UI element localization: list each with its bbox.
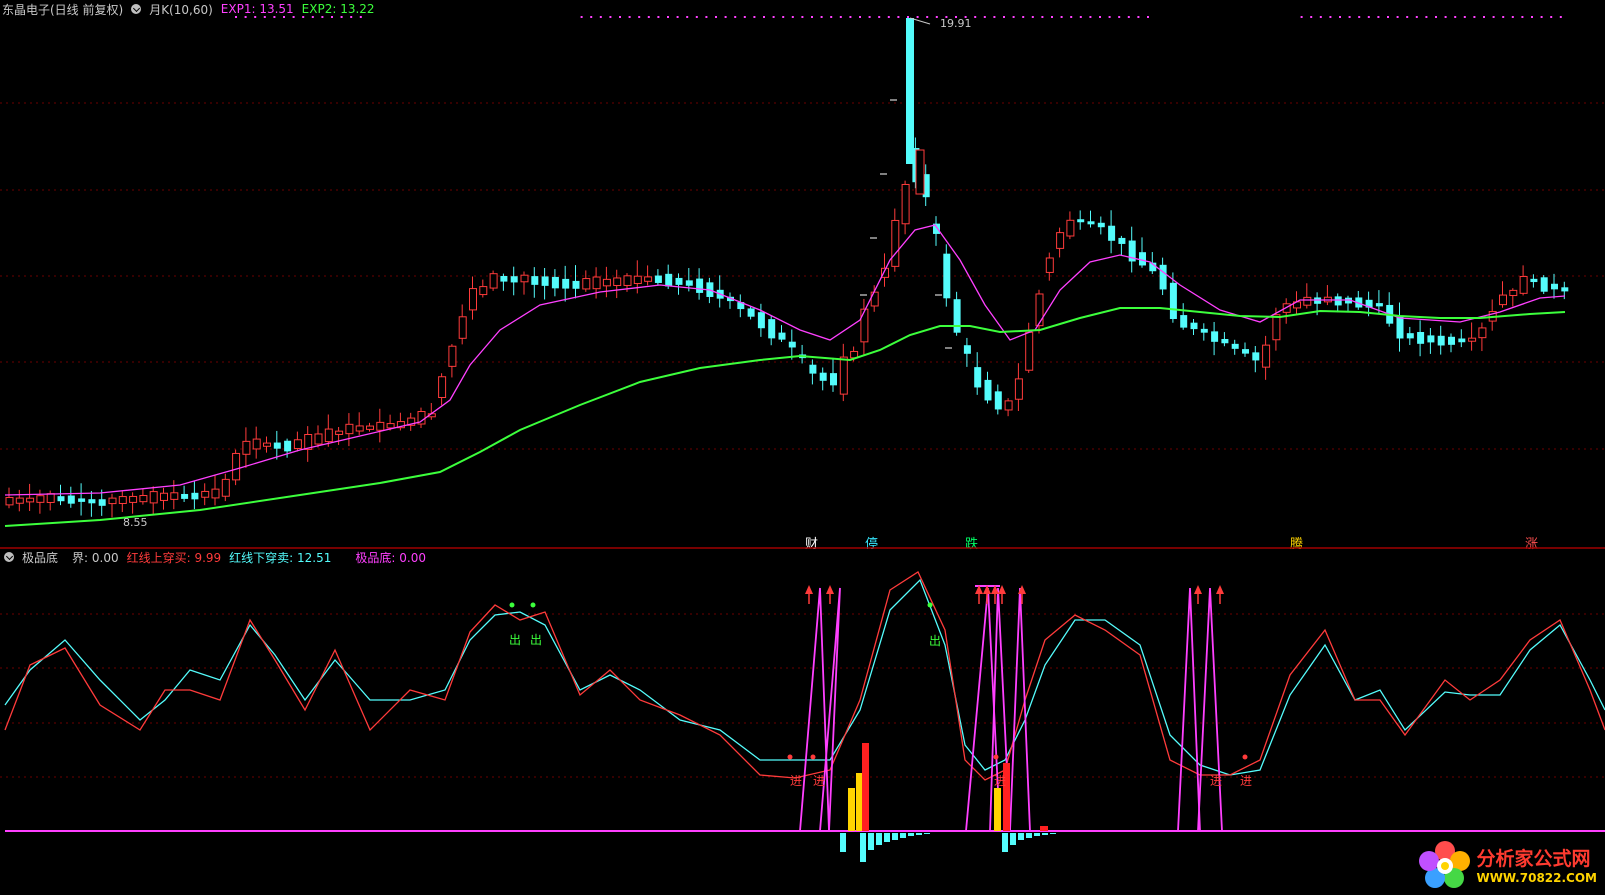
signal-dot: [810, 754, 816, 760]
histogram-bar-up: [848, 788, 855, 831]
spike-signal: [1177, 587, 1201, 832]
oscillator-red-line: [4, 571, 1605, 781]
spike-signal: [1197, 587, 1223, 832]
buy-arrow-head: [1194, 585, 1202, 594]
histogram-bar-down: [1010, 833, 1016, 845]
histogram-bar-down: [1026, 833, 1032, 838]
oscillator-cyan-line: [4, 578, 1605, 776]
signal-dot: [509, 602, 515, 608]
spike-signal: [799, 587, 830, 832]
histogram-bar-down: [1018, 833, 1024, 840]
signal-label: 出: [509, 633, 522, 647]
signal-dot: [1242, 754, 1248, 760]
watermark-title: 分析家公式网: [1476, 847, 1591, 870]
histogram-bar-up: [1040, 826, 1048, 831]
spike-signal: [819, 587, 841, 832]
spike-signal: [1009, 587, 1031, 832]
signal-dot: [993, 754, 999, 760]
signal-label: 出: [929, 634, 942, 648]
histogram-bar-down: [876, 833, 882, 845]
signal-label: 进: [1240, 774, 1253, 788]
histogram-bar-down: [924, 833, 930, 834]
indicator-chart[interactable]: [0, 0, 1605, 895]
buy-arrow-head: [805, 585, 813, 594]
histogram-bar-up: [862, 743, 869, 831]
signal-label: 进: [1210, 774, 1223, 788]
histogram-bar-down: [1002, 833, 1008, 852]
histogram-bar-up: [994, 788, 1001, 831]
signal-dot: [530, 602, 536, 608]
histogram-bar-down: [900, 833, 906, 838]
histogram-bar-down: [884, 833, 890, 842]
buy-arrow-head: [1216, 585, 1224, 594]
signal-dot: [787, 754, 793, 760]
buy-arrow-head: [826, 585, 834, 594]
signal-label: 进: [790, 774, 803, 788]
histogram-bar-down: [1042, 833, 1048, 835]
flower-logo-icon: [1419, 841, 1471, 888]
histogram-bar-down: [908, 833, 914, 836]
watermark: 分析家公式网 WWW.70822.COM: [1418, 839, 1597, 889]
histogram-bar-down: [840, 833, 846, 852]
histogram-bar-down: [860, 833, 866, 862]
signal-label: 进: [813, 774, 826, 788]
watermark-url: WWW.70822.COM: [1476, 870, 1597, 885]
histogram-bar-down: [1034, 833, 1040, 836]
histogram-bar-down: [916, 833, 922, 835]
signal-label: 进: [994, 774, 1007, 788]
histogram-bar-up: [856, 773, 863, 831]
signal-dot: [927, 602, 933, 608]
histogram-bar-down: [868, 833, 874, 850]
histogram-bar-down: [1050, 833, 1056, 834]
histogram-bar-down: [892, 833, 898, 840]
signal-label: 出: [530, 633, 543, 647]
